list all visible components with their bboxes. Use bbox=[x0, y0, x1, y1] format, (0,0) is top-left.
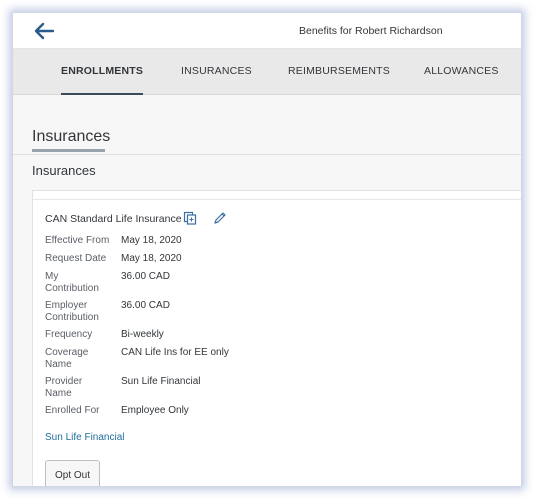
plan-name: CAN Standard Life Insurance bbox=[45, 213, 182, 225]
provider-link[interactable]: Sun Life Financial bbox=[45, 432, 125, 443]
insurance-plan-card: CAN Standard Life Insurance Effective Fr… bbox=[32, 190, 521, 486]
tab-bar: ENROLLMENTS INSURANCES REIMBURSEMENTS AL… bbox=[13, 49, 521, 95]
enrolled-for-value: Employee Only bbox=[121, 405, 189, 416]
section-title: Insurances bbox=[32, 128, 111, 145]
effective-from-label: Effective From bbox=[45, 235, 110, 246]
coverage-name-label: Coverage Name bbox=[45, 347, 89, 370]
section-header: Insurances bbox=[13, 95, 521, 155]
top-bar: Benefits for Robert Richardson bbox=[13, 13, 521, 49]
copy-icon[interactable] bbox=[183, 211, 197, 225]
my-contribution-value: 36.00 CAD bbox=[121, 271, 170, 282]
coverage-name-value: CAN Life Ins for EE only bbox=[121, 347, 229, 358]
frequency-value: Bi-weekly bbox=[121, 329, 164, 340]
request-date-label: Request Date bbox=[45, 253, 107, 264]
opt-out-button[interactable]: Opt Out bbox=[45, 460, 100, 486]
effective-from-value: May 18, 2020 bbox=[121, 235, 182, 246]
app-window: Benefits for Robert Richardson ENROLLMEN… bbox=[12, 12, 522, 487]
edit-pencil-icon[interactable] bbox=[213, 211, 227, 225]
card-header-strip bbox=[33, 191, 521, 200]
page-header-title: Benefits for Robert Richardson bbox=[299, 25, 443, 37]
subsection-title: Insurances bbox=[32, 163, 96, 178]
employer-contribution-value: 36.00 CAD bbox=[121, 300, 170, 311]
enrolled-for-label: Enrolled For bbox=[45, 405, 100, 416]
tab-insurances[interactable]: INSURANCES bbox=[181, 49, 252, 95]
tab-reimbursements[interactable]: REIMBURSEMENTS bbox=[288, 49, 390, 95]
provider-name-label: Provider Name bbox=[45, 376, 83, 399]
my-contribution-label: My Contribution bbox=[45, 271, 99, 294]
section-title-underline bbox=[32, 149, 105, 152]
frequency-label: Frequency bbox=[45, 329, 93, 340]
provider-name-value: Sun Life Financial bbox=[121, 376, 201, 387]
tab-enrollments[interactable]: ENROLLMENTS bbox=[61, 49, 144, 95]
back-arrow-icon[interactable] bbox=[33, 21, 55, 41]
employer-contribution-label: Employer Contribution bbox=[45, 300, 99, 323]
request-date-value: May 18, 2020 bbox=[121, 253, 182, 264]
tab-allowances[interactable]: ALLOWANCES bbox=[424, 49, 499, 95]
